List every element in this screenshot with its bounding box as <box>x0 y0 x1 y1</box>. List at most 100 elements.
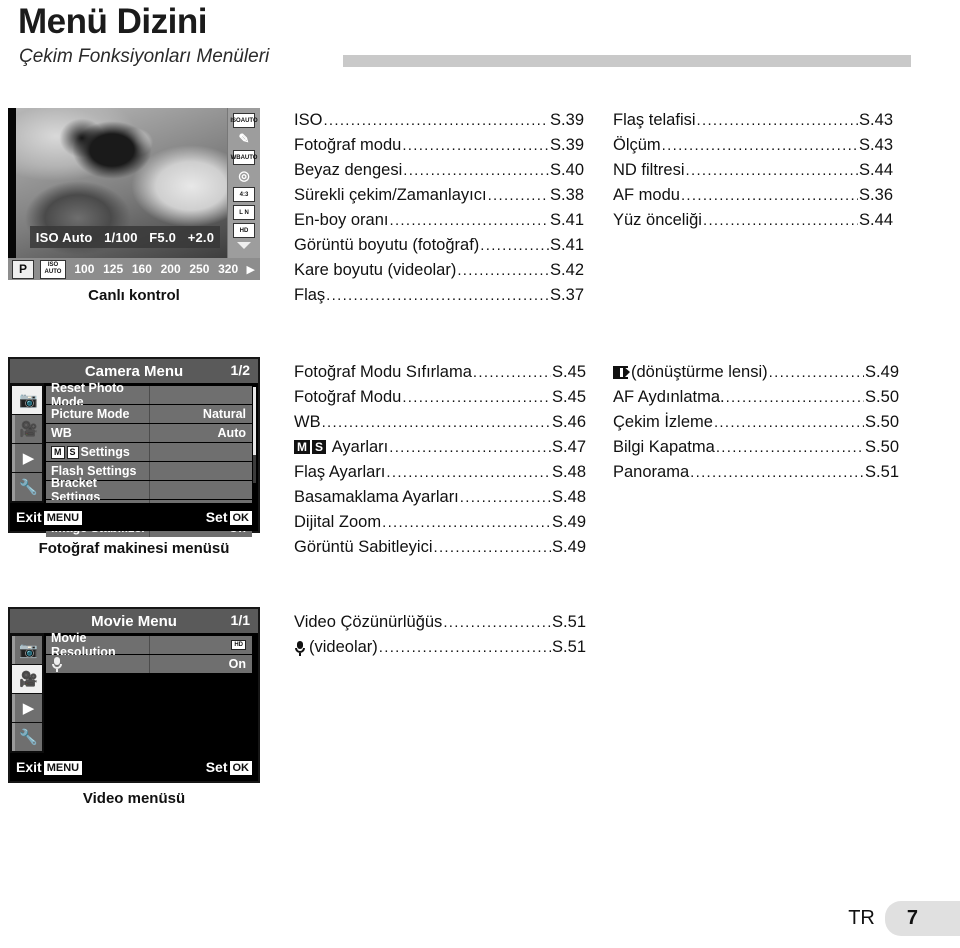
iso-value[interactable]: 100 <box>74 262 94 276</box>
movie-menu-rows[interactable]: Movie Resolution HD On <box>44 631 258 753</box>
camera-menu-page-indicator: 1/2 <box>230 362 250 378</box>
iso-value[interactable]: 200 <box>161 262 181 276</box>
toc-entry-page: S.44 <box>859 211 893 229</box>
toc-entry: Basamaklama Ayarları....................… <box>294 485 586 510</box>
toc-entry-title: Yüz önceliği <box>613 211 702 229</box>
toc-leader-dots: ........................................… <box>680 187 858 204</box>
movie-menu-title-bar: Movie Menu 1/1 <box>10 609 258 633</box>
tab-playback[interactable]: ▶ <box>12 694 42 722</box>
white-balance-auto-icon[interactable]: WB AUTO <box>231 150 257 165</box>
movie-menu-screenshot: Movie Menu 1/1 📷 🎥 ▶ 🔧 Movie Resolution HD On… <box>8 607 260 783</box>
toc-entry-title: Beyaz dengesi <box>294 161 403 179</box>
toc-entry-page: S.43 <box>859 136 893 154</box>
menu-row-value: Natural <box>149 405 252 423</box>
iso-value[interactable]: 320 <box>218 262 238 276</box>
toc-entry-title: (videolar) <box>294 635 378 659</box>
iso-value[interactable]: 125 <box>103 262 123 276</box>
set-hint[interactable]: Set OK <box>206 509 252 526</box>
toc-entry-page: S.38 <box>550 186 584 204</box>
live-control-icon-rail[interactable]: ISO AUTO ✎ WB AUTO ◎ 4:3 L N HD <box>228 108 260 258</box>
toc-entry-page: S.43 <box>859 111 893 129</box>
shooting-mode-badge: P <box>12 259 34 279</box>
toc-column-4: (dönüştürme lensi)......................… <box>613 360 899 485</box>
toc-entry: Kare boyutu (videolar)..................… <box>294 258 584 283</box>
set-hint[interactable]: Set OK <box>206 759 252 776</box>
camera-menu-rows[interactable]: Reset Photo Mode Picture Mode Natural WB Aut… <box>44 381 258 537</box>
drive-mode-icon[interactable]: ◎ <box>233 168 255 184</box>
image-quality-icon[interactable]: L N <box>233 205 255 220</box>
toc-entry-title: Dijital Zoom <box>294 513 382 531</box>
aspect-ratio-icon[interactable]: 4:3 <box>233 187 255 202</box>
toc-entry-title: Video Çözünürlüğüs <box>294 613 443 631</box>
toc-leader-dots: ........................................… <box>480 237 549 254</box>
iso-auto-icon[interactable]: ISO AUTO <box>230 113 258 128</box>
toc-leader-dots: ........................................… <box>323 112 549 129</box>
camera-menu-tabs[interactable]: 📷 🎥 ▶ 🔧 <box>10 383 44 503</box>
movie-menu-body: 📷 🎥 ▶ 🔧 Movie Resolution HD On <box>10 631 258 753</box>
toc-entry: Görüntü Sabitleyici.....................… <box>294 535 586 560</box>
tab-setup[interactable]: 🔧 <box>12 473 42 501</box>
menu-row[interactable]: Picture Mode Natural <box>46 405 252 423</box>
menu-row[interactable]: WB Auto <box>46 424 252 442</box>
toc-entry-page: S.49 <box>552 538 586 556</box>
iso-value[interactable]: 250 <box>189 262 209 276</box>
menu-row[interactable]: On <box>46 655 252 673</box>
menu-row[interactable]: Bracket Settings <box>46 476 252 504</box>
toc-leader-dots: ........................................… <box>696 112 859 129</box>
toc-leader-dots: ........................................… <box>386 464 551 481</box>
iso-value[interactable]: 160 <box>132 262 152 276</box>
toc-leader-dots: ........................................… <box>321 414 552 431</box>
exposure-comp-readout: +2.0 <box>187 229 215 245</box>
toc-entry: Beyaz dengesi...........................… <box>294 158 584 183</box>
tab-playback[interactable]: ▶ <box>12 444 42 472</box>
toc-entry: (videolar)..............................… <box>294 635 586 660</box>
movie-quality-hd-icon[interactable]: HD <box>233 223 255 238</box>
toc-entry-title: (dönüştürme lensi) <box>613 360 768 384</box>
toc-entry-page: S.48 <box>552 488 586 506</box>
iso-value-list[interactable]: 100 125 160 200 250 320 <box>66 262 247 276</box>
manual-page: Menü Dizini Çekim Fonksiyonları Menüleri… <box>0 0 960 948</box>
menu-row[interactable]: Reset Photo Mode <box>46 381 252 409</box>
toc-leader-dots: ........................................… <box>402 389 552 406</box>
toc-leader-dots: ........................................… <box>459 489 551 506</box>
tab-photo[interactable]: 📷 <box>12 386 42 414</box>
iso-auto-icon[interactable]: ISO AUTO <box>40 259 66 279</box>
chevron-down-icon[interactable] <box>237 242 251 249</box>
picture-mode-icon[interactable]: ✎ <box>233 131 255 147</box>
mode-box-icon: M <box>51 446 65 460</box>
iso-selector-strip[interactable]: P ISO AUTO 100 125 160 200 250 320 ▶ <box>8 258 260 280</box>
menu-row[interactable]: Movie Resolution HD <box>46 631 252 659</box>
toc-entry-page: S.51 <box>552 638 586 656</box>
tab-setup[interactable]: 🔧 <box>12 723 42 751</box>
camera-menu-caption: Fotoğraf makinesi menüsü <box>38 540 230 557</box>
menu-row-value <box>149 462 252 480</box>
toc-leader-dots: ........................................… <box>472 364 552 381</box>
tab-movie[interactable]: 🎥 <box>12 415 42 443</box>
menu-scrollbar[interactable] <box>253 387 256 483</box>
toc-entry: AF Aydınlatma...........................… <box>613 385 899 410</box>
toc-entry: Yüz önceliği............................… <box>613 208 893 233</box>
mode-box-icon: S <box>312 440 327 454</box>
tab-photo[interactable]: 📷 <box>12 636 42 664</box>
movie-menu-page-indicator: 1/1 <box>230 612 250 628</box>
tab-movie[interactable]: 🎥 <box>12 665 42 693</box>
toc-leader-dots: ........................................… <box>715 439 865 456</box>
menu-row-label: Picture Mode <box>51 407 130 421</box>
toc-entry: MS Ayarları.............................… <box>294 435 586 460</box>
menu-key-icon: MENU <box>43 511 83 526</box>
toc-leader-dots: ........................................… <box>685 162 859 179</box>
exit-hint[interactable]: Exit MENU <box>16 759 83 776</box>
microphone-icon <box>51 657 63 672</box>
toc-entry-title: ISO <box>294 111 323 129</box>
page-subtitle: Çekim Fonksiyonları Menüleri <box>19 46 270 67</box>
header-rule <box>343 55 911 67</box>
exit-hint[interactable]: Exit MENU <box>16 509 83 526</box>
toc-entry-page: S.47 <box>552 438 586 456</box>
chevron-right-icon[interactable]: ▶ <box>247 263 255 276</box>
camera-menu-title-bar: Camera Menu 1/2 <box>10 359 258 383</box>
toc-entry-title: Ölçüm <box>613 136 661 154</box>
toc-entry: Video Çözünürlüğüs......................… <box>294 610 586 635</box>
menu-row[interactable]: M S Settings <box>46 443 252 461</box>
movie-menu-tabs[interactable]: 📷 🎥 ▶ 🔧 <box>10 633 44 753</box>
menu-row-label: WB <box>51 426 72 440</box>
